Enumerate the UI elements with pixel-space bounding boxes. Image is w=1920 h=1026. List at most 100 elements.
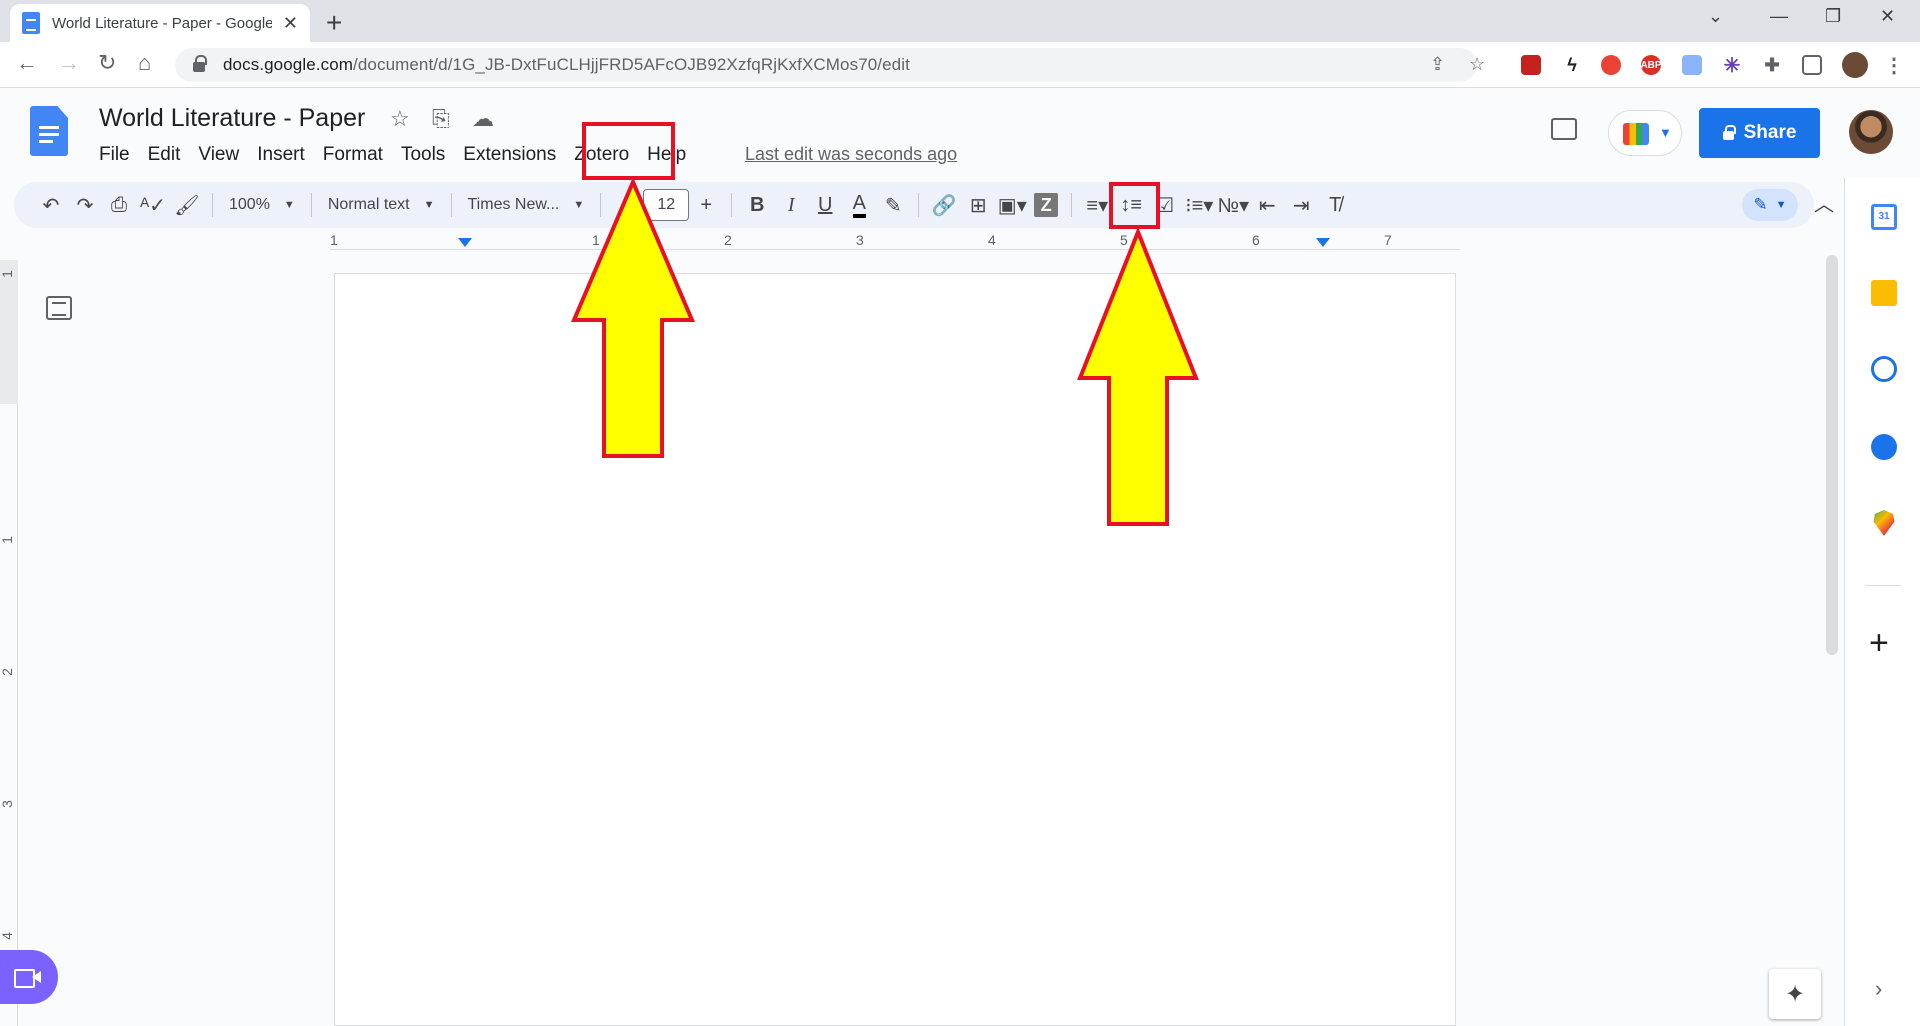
menu-view[interactable]: View	[189, 144, 248, 166]
numbered-list-icon[interactable]: №▾	[1216, 189, 1250, 221]
move-folder-icon[interactable]: ⎘	[432, 106, 450, 132]
docs-logo-icon[interactable]	[30, 106, 68, 156]
new-tab-button[interactable]: +	[326, 7, 342, 39]
browser-tab[interactable]: World Literature - Paper - Google ✕	[10, 4, 310, 42]
add-comment-icon[interactable]: ⊞	[961, 189, 995, 221]
meet-call-button[interactable]	[0, 950, 58, 1004]
bulleted-list-icon[interactable]: ⁝≡▾	[1182, 189, 1216, 221]
ruler-label: 6	[1252, 232, 1260, 248]
home-button[interactable]: ⌂	[138, 50, 151, 76]
omnibox[interactable]: docs.google.com/document/d/1G_JB-DxtFuCL…	[175, 48, 1485, 82]
reload-button[interactable]: ↻	[98, 50, 116, 76]
bookmark-star-icon[interactable]: ☆	[1469, 54, 1485, 75]
menu-insert[interactable]: Insert	[248, 144, 314, 166]
left-indent-marker[interactable]	[458, 238, 472, 247]
minimize-button[interactable]: —	[1770, 6, 1788, 27]
increase-indent-icon[interactable]: ⇥	[1284, 189, 1318, 221]
zotero-icon: Z	[1034, 193, 1059, 217]
share-page-icon[interactable]: ⇪	[1430, 54, 1445, 75]
docs-extension-icon[interactable]	[1682, 55, 1702, 75]
italic-button[interactable]: I	[774, 189, 808, 221]
explore-icon[interactable]: ✦	[1769, 969, 1821, 1019]
ruler-label: 7	[1384, 232, 1392, 248]
close-window-button[interactable]: ✕	[1880, 6, 1895, 27]
chevron-down-icon: ▼	[1775, 199, 1787, 211]
account-avatar[interactable]	[1849, 110, 1893, 154]
last-edit-link[interactable]: Last edit was seconds ago	[745, 144, 957, 165]
zoom-select[interactable]: 100% ▼	[221, 196, 303, 214]
zotero-menu-highlight-box	[582, 122, 675, 180]
chrome-menu-icon[interactable]: ⋮	[1884, 55, 1904, 77]
decrease-indent-icon[interactable]: ⇤	[1250, 189, 1284, 221]
snowflake-extension-icon[interactable]: ✳	[1722, 55, 1742, 77]
book-extension-icon[interactable]	[1521, 55, 1541, 75]
bold-button[interactable]: B	[740, 189, 774, 221]
chevron-right-icon[interactable]: ›	[1875, 976, 1882, 1002]
print-icon[interactable]: ⎙	[102, 189, 136, 221]
side-panel: 31 + ›	[1844, 178, 1920, 1026]
lock-icon[interactable]	[193, 55, 207, 72]
text-color-button[interactable]: A	[842, 189, 876, 221]
star-icon[interactable]: ☆	[390, 106, 410, 132]
scrollbar[interactable]	[1826, 255, 1838, 655]
zotero-button[interactable]: Z	[1029, 189, 1063, 221]
document-page[interactable]	[334, 273, 1456, 1026]
insert-image-icon[interactable]: ▣▾	[995, 189, 1029, 221]
menu-extensions[interactable]: Extensions	[454, 144, 565, 166]
ruler-label: 3	[0, 800, 15, 808]
meet-button[interactable]: ▼	[1608, 110, 1682, 156]
cloud-status-icon[interactable]: ☁	[472, 106, 494, 132]
docs-header: World Literature - Paper ☆ ⎘ ☁ File Edit…	[0, 88, 1920, 178]
underline-button[interactable]: U	[808, 189, 842, 221]
right-indent-marker[interactable]	[1316, 238, 1330, 247]
highlight-icon[interactable]: ✎	[876, 189, 910, 221]
keep-icon[interactable]	[1871, 280, 1897, 306]
menu-tools[interactable]: Tools	[392, 144, 454, 166]
document-outline-icon[interactable]	[46, 296, 72, 320]
side-panel-icon[interactable]	[1802, 55, 1822, 75]
puzzle-icon[interactable]: ✚	[1762, 55, 1782, 75]
menu-file[interactable]: File	[90, 144, 139, 166]
contacts-icon[interactable]	[1871, 434, 1897, 460]
get-addons-icon[interactable]: +	[1869, 624, 1889, 663]
tab-search-icon[interactable]: ⌄	[1708, 6, 1723, 27]
adblock-stop-icon[interactable]	[1601, 55, 1621, 75]
clear-formatting-icon[interactable]: T̸	[1318, 189, 1352, 221]
menu-edit[interactable]: Edit	[139, 144, 190, 166]
restore-button[interactable]: ❐	[1825, 6, 1841, 27]
url-text[interactable]: docs.google.com/document/d/1G_JB-DxtFuCL…	[223, 55, 910, 75]
close-tab-icon[interactable]: ✕	[283, 13, 298, 34]
share-label: Share	[1743, 122, 1797, 143]
ruler-label: 2	[724, 232, 732, 248]
back-button[interactable]: ←	[16, 50, 38, 76]
document-title[interactable]: World Literature - Paper	[99, 104, 365, 133]
horizontal-ruler[interactable]: 1 1 2 3 4 5 6 7	[330, 232, 1460, 250]
comments-icon[interactable]	[1551, 118, 1577, 140]
style-select[interactable]: Normal text ▼	[320, 196, 443, 214]
share-button[interactable]: Share	[1699, 108, 1820, 158]
spellcheck-icon[interactable]: ᴬ✓	[136, 189, 170, 221]
format-toolbar: ↶ ↷ ⎙ ᴬ✓ 🖌 100% ▼ Normal text ▼ Times New.…	[14, 182, 1834, 228]
lightning-extension-icon[interactable]: ϟ	[1562, 55, 1582, 75]
address-bar-row: ← → ↻ ⌂ docs.google.com/document/d/1G_JB…	[0, 42, 1920, 88]
editing-mode-button[interactable]: ✎ ▼	[1742, 189, 1798, 221]
undo-icon[interactable]: ↶	[34, 189, 68, 221]
menu-format[interactable]: Format	[314, 144, 392, 166]
redo-icon[interactable]: ↷	[68, 189, 102, 221]
vertical-ruler[interactable]: 1 1 2 3 4	[0, 260, 18, 1026]
insert-link-icon[interactable]: 🔗	[927, 189, 961, 221]
ruler-label: 2	[0, 668, 15, 676]
adblock-plus-icon[interactable]: ABP	[1640, 55, 1662, 75]
hide-menus-icon[interactable]: ︿	[1814, 188, 1834, 217]
tasks-icon[interactable]	[1871, 356, 1897, 382]
zotero-toolbar-highlight-box	[1109, 182, 1160, 229]
pencil-icon: ✎	[1753, 195, 1768, 214]
profile-avatar[interactable]	[1842, 52, 1868, 78]
maps-icon[interactable]	[1873, 510, 1895, 536]
arrow-up-icon	[1077, 228, 1199, 526]
calendar-icon[interactable]: 31	[1871, 204, 1897, 230]
forward-button[interactable]: →	[58, 50, 80, 76]
paint-format-icon[interactable]: 🖌	[170, 189, 204, 221]
browser-tabstrip: World Literature - Paper - Google ✕ + ⌄ …	[0, 0, 1920, 42]
ruler-label: 4	[988, 232, 996, 248]
